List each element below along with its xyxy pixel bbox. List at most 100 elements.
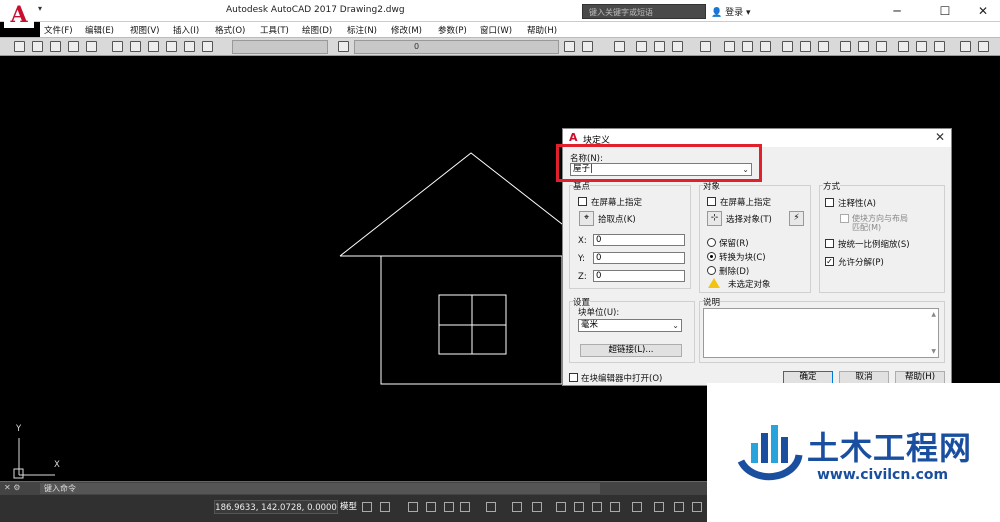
isodraft-icon[interactable] <box>444 502 454 512</box>
annotation-monitor-icon[interactable] <box>574 502 584 512</box>
match-properties-icon[interactable] <box>166 41 177 52</box>
dim-space-icon[interactable] <box>898 41 909 52</box>
dim-edit-icon[interactable] <box>960 41 971 52</box>
cmd-close-icon[interactable]: ✕ ⚙ <box>4 483 20 492</box>
menu-dimension[interactable]: 标注(N) <box>347 24 377 36</box>
dim-update-icon[interactable] <box>978 41 989 52</box>
polar-icon[interactable] <box>426 502 436 512</box>
command-input[interactable]: 键入命令 <box>40 483 600 494</box>
block-editor-icon[interactable] <box>184 41 195 52</box>
snap-icon[interactable] <box>380 502 390 512</box>
autocad-logo-icon[interactable]: A <box>4 2 34 28</box>
dim-ordinate-icon[interactable] <box>782 41 793 52</box>
warning-icon <box>708 278 720 288</box>
dim-break-icon[interactable] <box>916 41 927 52</box>
retain-radio[interactable] <box>707 238 716 247</box>
hyperlink-button[interactable]: 超链接(L)... <box>580 344 682 357</box>
workspace-combo[interactable] <box>232 40 328 54</box>
description-textarea[interactable]: ▲ ▼ <box>703 308 939 358</box>
dim-aligned-icon[interactable] <box>742 41 753 52</box>
base-x-input[interactable]: 0 <box>593 234 685 246</box>
save-icon[interactable] <box>50 41 61 52</box>
osnap-icon[interactable] <box>460 502 470 512</box>
dim-linear-icon[interactable] <box>724 41 735 52</box>
shading-icon[interactable] <box>654 41 665 52</box>
orbit-icon[interactable] <box>700 41 711 52</box>
ortho-icon[interactable] <box>408 502 418 512</box>
copy-icon[interactable] <box>130 41 141 52</box>
paste-icon[interactable] <box>148 41 159 52</box>
behavior-group-label: 方式 <box>823 180 841 192</box>
open-in-editor-checkbox[interactable] <box>569 373 578 382</box>
scroll-up-icon[interactable]: ▲ <box>931 311 936 318</box>
menu-modify[interactable]: 修改(M) <box>391 24 422 36</box>
customize-icon[interactable] <box>692 502 702 512</box>
pick-point-icon: ⌖ <box>583 213 590 223</box>
otrack-icon[interactable] <box>486 502 496 512</box>
base-on-screen-checkbox[interactable] <box>578 197 587 206</box>
menu-format[interactable]: 格式(O) <box>215 24 245 36</box>
dim-radius-icon[interactable] <box>800 41 811 52</box>
undo-icon[interactable] <box>202 41 213 52</box>
coordinates-readout[interactable]: 186.9633, 142.0728, 0.0000 <box>214 500 338 514</box>
dim-baseline-icon[interactable] <box>858 41 869 52</box>
tolerance-icon[interactable] <box>934 41 945 52</box>
menu-help[interactable]: 帮助(H) <box>527 24 557 36</box>
base-y-input[interactable]: 0 <box>593 252 685 264</box>
allow-explode-checkbox[interactable]: ✓ <box>825 257 834 266</box>
render-icon[interactable] <box>614 41 625 52</box>
obj-on-screen-checkbox[interactable] <box>707 197 716 206</box>
new-file-icon[interactable] <box>14 41 25 52</box>
quick-properties-icon[interactable] <box>610 502 620 512</box>
grid-icon[interactable] <box>362 502 372 512</box>
menu-view[interactable]: 视图(V) <box>130 24 159 36</box>
block-unit-combo[interactable]: 毫米 ⌄ <box>578 319 682 332</box>
quick-access-dropdown-icon[interactable]: ▾ <box>38 4 42 13</box>
selection-cycling-icon[interactable] <box>556 502 566 512</box>
minimize-button[interactable]: ─ <box>880 2 914 20</box>
isolate-objects-icon[interactable] <box>674 502 684 512</box>
base-z-input[interactable]: 0 <box>593 270 685 282</box>
pick-point-button[interactable]: ⌖ <box>579 211 594 226</box>
convert-to-block-radio[interactable] <box>707 252 716 261</box>
menu-draw[interactable]: 绘图(D) <box>302 24 332 36</box>
login-button[interactable]: 👤 登录 ▾ <box>711 5 750 18</box>
dim-arc-icon[interactable] <box>760 41 771 52</box>
close-button[interactable]: ✕ <box>966 2 1000 20</box>
select-objects-button[interactable]: ⊹ <box>707 211 722 226</box>
quick-select-button[interactable]: ⚡ <box>789 211 804 226</box>
cut-icon[interactable] <box>112 41 123 52</box>
materials-icon[interactable] <box>672 41 683 52</box>
workspace-switch-icon[interactable] <box>654 502 664 512</box>
annotative-checkbox[interactable] <box>825 198 834 207</box>
dim-diameter-icon[interactable] <box>818 41 829 52</box>
visual-style-icon[interactable] <box>636 41 647 52</box>
preview-icon[interactable] <box>86 41 97 52</box>
maximize-button[interactable]: ☐ <box>928 2 962 20</box>
annotation-scale-icon[interactable] <box>632 502 642 512</box>
layer-state-icon[interactable] <box>582 41 593 52</box>
menu-edit[interactable]: 编辑(E) <box>85 24 114 36</box>
print-icon[interactable] <box>68 41 79 52</box>
open-file-icon[interactable] <box>32 41 43 52</box>
dim-angular-icon[interactable] <box>840 41 851 52</box>
lineweight-icon[interactable] <box>512 502 522 512</box>
layer-manager-icon[interactable] <box>338 41 349 52</box>
scroll-down-icon[interactable]: ▼ <box>931 348 936 355</box>
menu-insert[interactable]: 插入(I) <box>173 24 199 36</box>
delete-radio[interactable] <box>707 266 716 275</box>
menu-tools[interactable]: 工具(T) <box>260 24 289 36</box>
units-icon[interactable] <box>592 502 602 512</box>
transparency-icon[interactable] <box>532 502 542 512</box>
layer-previous-icon[interactable] <box>564 41 575 52</box>
dim-continue-icon[interactable] <box>876 41 887 52</box>
dialog-close-button[interactable]: ✕ <box>935 130 945 144</box>
uniform-scale-checkbox[interactable] <box>825 239 834 248</box>
match-orientation-checkbox[interactable] <box>840 214 849 223</box>
menu-window[interactable]: 窗口(W) <box>480 24 512 36</box>
layer-combo[interactable]: 0 <box>354 40 559 54</box>
menu-parametric[interactable]: 参数(P) <box>438 24 467 36</box>
model-space-toggle[interactable]: 模型 <box>340 500 357 514</box>
menu-file[interactable]: 文件(F) <box>44 24 73 36</box>
search-input[interactable]: 键入关键字或短语 <box>582 4 706 19</box>
